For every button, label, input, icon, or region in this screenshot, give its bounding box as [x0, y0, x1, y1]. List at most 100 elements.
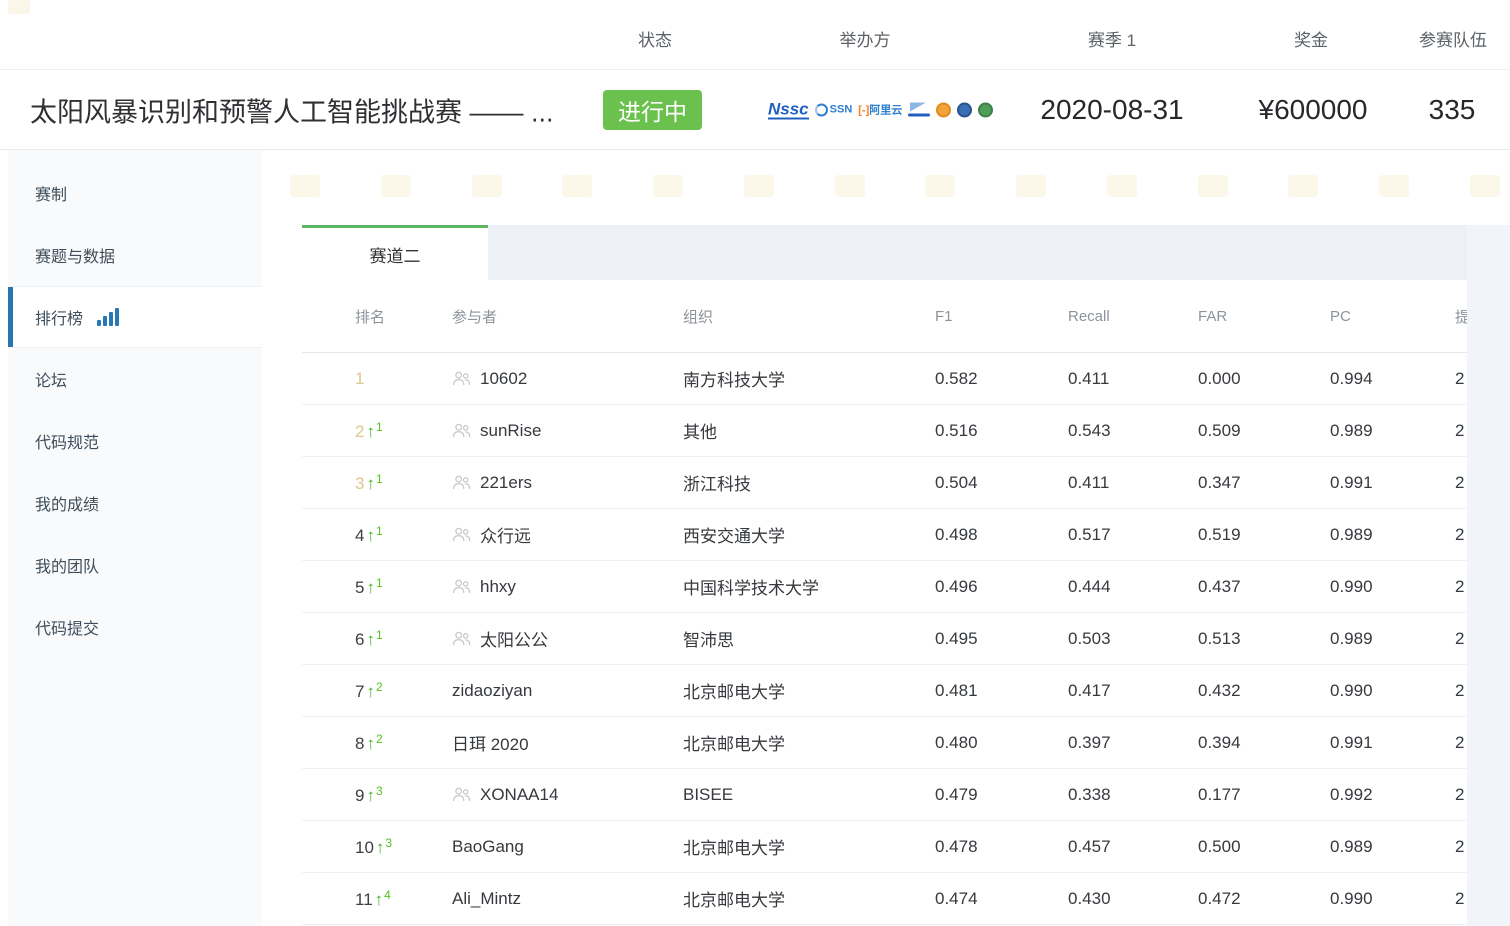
rank-up-arrow-icon: ↑: [366, 474, 375, 493]
table-row[interactable]: 4↑1 众行远 西安交通大学 0.498 0.517 0.519 0.989 2: [302, 509, 1467, 561]
tab-track-2[interactable]: 赛道二: [302, 225, 488, 280]
recall-cell: 0.444: [1068, 577, 1198, 597]
column-label-prize: 奖金: [1294, 26, 1328, 51]
rank-number: 11: [355, 890, 373, 909]
watermark-chip: [290, 175, 320, 197]
far-cell: 0.432: [1198, 681, 1330, 701]
watermark-chip: [472, 175, 502, 197]
last-submit-cell: 2: [1455, 681, 1467, 701]
sidebar-item-代码规范[interactable]: 代码规范: [8, 410, 262, 472]
sidebar-item-label: 我的团队: [35, 553, 99, 577]
participant-cell: BaoGang: [440, 837, 683, 857]
organization-cell: 北京邮电大学: [683, 730, 935, 755]
pc-cell: 0.989: [1330, 837, 1455, 857]
leaderboard-table: 排名参与者组织F1RecallFARPC提 1 10602 南方科技大学 0.5…: [302, 280, 1467, 925]
f1-cell: 0.481: [935, 681, 1068, 701]
table-row[interactable]: 1 10602 南方科技大学 0.582 0.411 0.000 0.994 2: [302, 353, 1467, 405]
participant-cell: Ali_Mintz: [440, 889, 683, 909]
sidebar-item-label: 赛题与数据: [35, 243, 115, 267]
nssc-logo: Nssc: [768, 100, 809, 119]
table-row[interactable]: 2↑1 sunRise 其他 0.516 0.543 0.509 0.989 2: [302, 405, 1467, 457]
sidebar-item-label: 论坛: [35, 367, 67, 391]
sidebar-nav: 赛制 赛题与数据 排行榜 论坛 代码规范 我的成绩 我的团队 代码提交: [0, 150, 262, 926]
rank-delta: 2: [376, 732, 383, 746]
column-header-4: F1: [935, 308, 1068, 325]
team-icon: [452, 423, 471, 438]
sidebar-item-排行榜[interactable]: 排行榜: [8, 286, 262, 348]
last-submit-cell: 2: [1455, 525, 1467, 545]
column-header-2: 参与者: [440, 306, 683, 327]
table-row[interactable]: 7↑2 zidaoziyan 北京邮电大学 0.481 0.417 0.432 …: [302, 665, 1467, 717]
rank-number: 7: [355, 682, 364, 701]
f1-cell: 0.478: [935, 837, 1068, 857]
participant-name: 日珥 2020: [452, 730, 529, 755]
sidebar-item-论坛[interactable]: 论坛: [8, 348, 262, 410]
pc-cell: 0.990: [1330, 889, 1455, 909]
f1-cell: 0.516: [935, 421, 1068, 441]
organization-cell: 北京邮电大学: [683, 834, 935, 859]
rank-number: 1: [355, 369, 364, 388]
column-label-host: 举办方: [840, 26, 891, 51]
rank-number: 5: [355, 578, 364, 597]
recall-cell: 0.517: [1068, 525, 1198, 545]
table-row[interactable]: 6↑1 太阳公公 智沛思 0.495 0.503 0.513 0.989 2: [302, 613, 1467, 665]
rank-up-arrow-icon: ↑: [366, 630, 375, 649]
bar-chart-icon: [97, 308, 119, 326]
rank-cell: 4↑1: [302, 524, 440, 546]
participant-cell: hhxy: [440, 577, 683, 597]
sidebar-item-我的成绩[interactable]: 我的成绩: [8, 472, 262, 534]
rank-cell: 10↑3: [302, 836, 440, 858]
recall-cell: 0.411: [1068, 473, 1198, 493]
column-label-teams: 参赛队伍: [1419, 26, 1487, 51]
table-header-row: 排名参与者组织F1RecallFARPC提: [302, 280, 1467, 353]
rank-delta: 4: [384, 888, 391, 902]
rank-number: 6: [355, 630, 364, 649]
table-row[interactable]: 10↑3 BaoGang 北京邮电大学 0.478 0.457 0.500 0.…: [302, 821, 1467, 873]
organization-cell: 北京邮电大学: [683, 886, 935, 911]
far-cell: 0.513: [1198, 629, 1330, 649]
participant-name: zidaoziyan: [452, 681, 532, 701]
column-header-3: 组织: [683, 306, 935, 327]
aliyun-logo-text: 阿里云: [869, 105, 902, 117]
organization-cell: 浙江科技: [683, 470, 935, 495]
sidebar-item-代码提交[interactable]: 代码提交: [8, 596, 262, 658]
rank-number: 4: [355, 526, 364, 545]
watermark-chip: [1288, 175, 1318, 197]
rank-cell: 3↑1: [302, 472, 440, 494]
column-header-1: 排名: [302, 306, 440, 327]
sidebar-item-赛题与数据[interactable]: 赛题与数据: [8, 224, 262, 286]
table-row[interactable]: 9↑3 XONAA14 BISEE 0.479 0.338 0.177 0.99…: [302, 769, 1467, 821]
team-icon: [452, 579, 471, 594]
rank-number: 10: [355, 838, 374, 857]
table-body: 1 10602 南方科技大学 0.582 0.411 0.000 0.994 2…: [302, 353, 1467, 925]
pc-cell: 0.990: [1330, 681, 1455, 701]
f1-cell: 0.582: [935, 369, 1068, 389]
rank-delta: 1: [376, 420, 383, 434]
table-row[interactable]: 8↑2 日珥 2020 北京邮电大学 0.480 0.397 0.394 0.9…: [302, 717, 1467, 769]
table-row[interactable]: 3↑1 221ers 浙江科技 0.504 0.411 0.347 0.991 …: [302, 457, 1467, 509]
far-cell: 0.000: [1198, 369, 1330, 389]
recall-cell: 0.543: [1068, 421, 1198, 441]
participant-cell: 众行远: [440, 522, 683, 547]
table-row[interactable]: 5↑1 hhxy 中国科学技术大学 0.496 0.444 0.437 0.99…: [302, 561, 1467, 613]
sidebar-item-label: 赛制: [35, 181, 67, 205]
pc-cell: 0.989: [1330, 421, 1455, 441]
participant-cell: 太阳公公: [440, 626, 683, 651]
recall-cell: 0.338: [1068, 785, 1198, 805]
watermark-chip: [653, 175, 683, 197]
rank-up-arrow-icon: ↑: [366, 526, 375, 545]
far-cell: 0.500: [1198, 837, 1330, 857]
rank-up-arrow-icon: ↑: [366, 734, 375, 753]
sidebar-item-我的团队[interactable]: 我的团队: [8, 534, 262, 596]
table-row[interactable]: 11↑4 Ali_Mintz 北京邮电大学 0.474 0.430 0.472 …: [302, 873, 1467, 925]
last-submit-cell: 2: [1455, 785, 1467, 805]
status-badge: 进行中: [603, 90, 702, 130]
watermark-chip: [1016, 175, 1046, 197]
far-cell: 0.347: [1198, 473, 1330, 493]
sidebar-item-赛制[interactable]: 赛制: [8, 162, 262, 224]
rank-up-arrow-icon: ↑: [366, 682, 375, 701]
column-header-5: Recall: [1068, 308, 1198, 325]
column-header-8: 提: [1455, 306, 1467, 327]
rank-up-arrow-icon: ↑: [366, 578, 375, 597]
participant-name: 221ers: [480, 473, 532, 493]
